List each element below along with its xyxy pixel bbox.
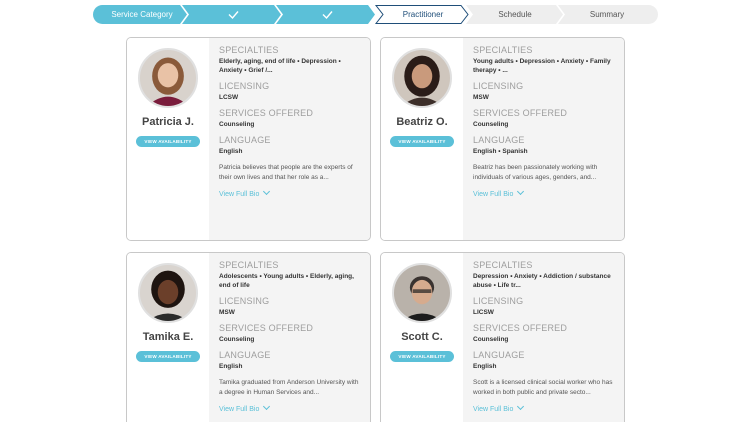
bio-excerpt: Scott is a licensed clinical social work… (473, 379, 613, 396)
view-full-bio-label: View Full Bio (473, 406, 514, 413)
practitioner-card[interactable]: Patricia J. VIEW AVAILABILITY SPECIALTIE… (126, 37, 371, 241)
card-profile: Scott C. VIEW AVAILABILITY (381, 253, 463, 422)
licensing-value: MSW (219, 309, 235, 316)
avatar-photo (140, 50, 196, 106)
language-heading: LANGUAGE (473, 135, 525, 145)
avatar (392, 263, 452, 323)
step-practitioner[interactable]: Practitioner (379, 5, 467, 24)
step-3-shape (276, 5, 375, 24)
services-value: Counseling (219, 336, 255, 343)
services-heading: SERVICES OFFERED (219, 108, 314, 118)
language-value: English • Spanish (473, 148, 528, 155)
specialties-heading: SPECIALTIES (219, 45, 279, 55)
view-availability-button[interactable]: VIEW AVAILABILITY (390, 136, 454, 147)
language-heading: LANGUAGE (219, 135, 271, 145)
services-value: Counseling (473, 336, 509, 343)
licensing-value: LCSW (219, 94, 239, 101)
services-heading: SERVICES OFFERED (219, 323, 314, 333)
specialties-value: Depression • Anxiety • Addiction / subst… (473, 273, 611, 289)
bio-excerpt: Beatriz has been passionately working wi… (473, 164, 598, 181)
services-value: Counseling (473, 121, 509, 128)
chevron-down-icon (517, 402, 525, 411)
licensing-heading: LICENSING (219, 296, 270, 306)
practitioner-name: Tamika E. (142, 331, 194, 343)
licensing-value: MSW (473, 94, 489, 101)
language-heading: LANGUAGE (473, 350, 525, 360)
card-details: SPECIALTIES Adolescents • Young adults •… (209, 253, 370, 422)
avatar (138, 48, 198, 108)
card-profile: Patricia J. VIEW AVAILABILITY (127, 38, 209, 240)
language-heading: LANGUAGE (219, 350, 271, 360)
specialties-value: Young adults • Depression • Anxiety • Fa… (473, 58, 611, 74)
avatar (392, 48, 452, 108)
avatar-photo (394, 50, 450, 106)
licensing-heading: LICENSING (219, 81, 270, 91)
view-full-bio-link[interactable]: View Full Bio (473, 402, 525, 413)
progress-stepper: Service Category Practitioner Schedule S… (93, 5, 658, 24)
licensing-heading: LICENSING (473, 81, 524, 91)
chevron-down-icon (517, 187, 525, 196)
practitioner-name: Beatriz O. (396, 116, 448, 128)
view-full-bio-link[interactable]: View Full Bio (473, 187, 525, 198)
chevron-down-icon (263, 187, 271, 196)
step-service-category[interactable]: Service Category (99, 5, 185, 24)
specialties-value: Adolescents • Young adults • Elderly, ag… (219, 273, 354, 289)
avatar-photo (394, 265, 450, 321)
practitioner-name: Patricia J. (142, 116, 194, 128)
view-full-bio-label: View Full Bio (219, 406, 260, 413)
avatar-photo (140, 265, 196, 321)
card-details: SPECIALTIES Young adults • Depression • … (463, 38, 624, 240)
bio-excerpt: Patricia believes that people are the ex… (219, 164, 353, 181)
card-details: SPECIALTIES Elderly, aging, end of life … (209, 38, 370, 240)
view-full-bio-label: View Full Bio (219, 191, 260, 198)
language-value: English (473, 363, 497, 370)
view-availability-button[interactable]: VIEW AVAILABILITY (390, 351, 454, 362)
practitioner-card[interactable]: Tamika E. VIEW AVAILABILITY SPECIALTIES … (126, 252, 371, 422)
specialties-heading: SPECIALTIES (219, 260, 279, 270)
services-heading: SERVICES OFFERED (473, 108, 568, 118)
view-full-bio-link[interactable]: View Full Bio (219, 187, 271, 198)
specialties-value: Elderly, aging, end of life • Depression… (219, 58, 341, 74)
avatar (138, 263, 198, 323)
language-value: English (219, 148, 243, 155)
licensing-heading: LICENSING (473, 296, 524, 306)
practitioner-card[interactable]: Beatriz O. VIEW AVAILABILITY SPECIALTIES… (380, 37, 625, 241)
language-value: English (219, 363, 243, 370)
view-availability-button[interactable]: VIEW AVAILABILITY (136, 351, 200, 362)
practitioner-name: Scott C. (401, 331, 443, 343)
services-heading: SERVICES OFFERED (473, 323, 568, 333)
view-availability-button[interactable]: VIEW AVAILABILITY (136, 136, 200, 147)
card-profile: Beatriz O. VIEW AVAILABILITY (381, 38, 463, 240)
card-profile: Tamika E. VIEW AVAILABILITY (127, 253, 209, 422)
specialties-heading: SPECIALTIES (473, 45, 533, 55)
step-schedule[interactable]: Schedule (469, 5, 561, 24)
services-value: Counseling (219, 121, 255, 128)
chevron-down-icon (263, 402, 271, 411)
view-full-bio-label: View Full Bio (473, 191, 514, 198)
bio-excerpt: Tamika graduated from Anderson Universit… (219, 379, 359, 396)
step-summary[interactable]: Summary (561, 5, 653, 24)
licensing-value: LICSW (473, 309, 494, 316)
card-details: SPECIALTIES Depression • Anxiety • Addic… (463, 253, 624, 422)
step-2-shape (182, 5, 281, 24)
specialties-heading: SPECIALTIES (473, 260, 533, 270)
view-full-bio-link[interactable]: View Full Bio (219, 402, 271, 413)
practitioner-card[interactable]: Scott C. VIEW AVAILABILITY SPECIALTIES D… (380, 252, 625, 422)
